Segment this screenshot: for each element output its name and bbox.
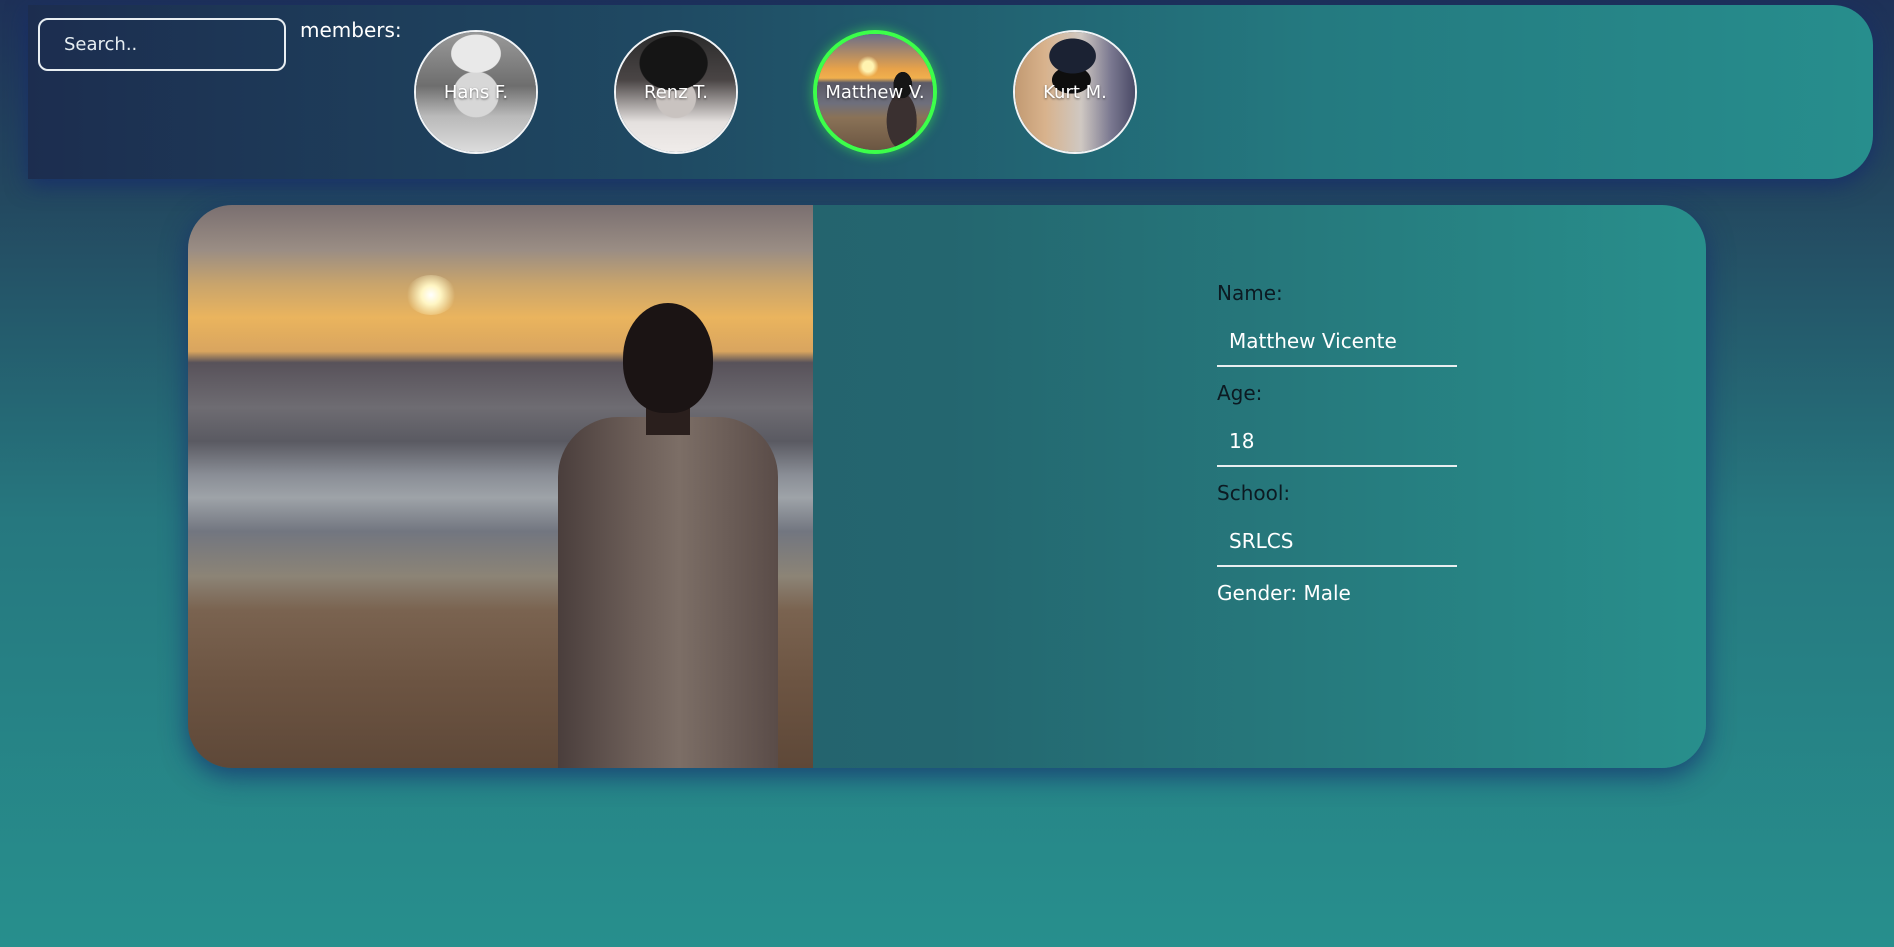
member-name: Kurt M. xyxy=(1043,81,1107,103)
member-name: Matthew V. xyxy=(825,81,925,103)
member-name: Hans F. xyxy=(443,81,509,103)
gender-text: Gender: Male xyxy=(1217,581,1351,605)
name-value: Matthew Vicente xyxy=(1217,317,1457,367)
member-avatar-kurt[interactable]: Kurt M. xyxy=(1013,30,1137,154)
school-value: SRLCS xyxy=(1217,517,1457,567)
person-silhouette-body xyxy=(558,417,778,768)
members-label: members: xyxy=(300,18,402,42)
school-label: School: xyxy=(1217,481,1291,505)
member-avatar-matthew[interactable]: Matthew V. xyxy=(813,30,937,154)
member-avatar-renz[interactable]: Renz T. xyxy=(614,30,738,154)
profile-info: Name: Matthew Vicente Age: 18 School: SR… xyxy=(1217,279,1477,627)
profile-card: Name: Matthew Vicente Age: 18 School: SR… xyxy=(188,205,1706,768)
sunset-sun xyxy=(406,275,456,315)
member-name: Renz T. xyxy=(644,81,708,103)
name-label: Name: xyxy=(1217,281,1283,305)
profile-photo xyxy=(188,205,813,768)
person-silhouette-head xyxy=(623,303,713,413)
age-value: 18 xyxy=(1217,417,1457,467)
search-input[interactable] xyxy=(38,18,286,71)
age-label: Age: xyxy=(1217,381,1263,405)
member-avatar-hans[interactable]: Hans F. xyxy=(414,30,538,154)
